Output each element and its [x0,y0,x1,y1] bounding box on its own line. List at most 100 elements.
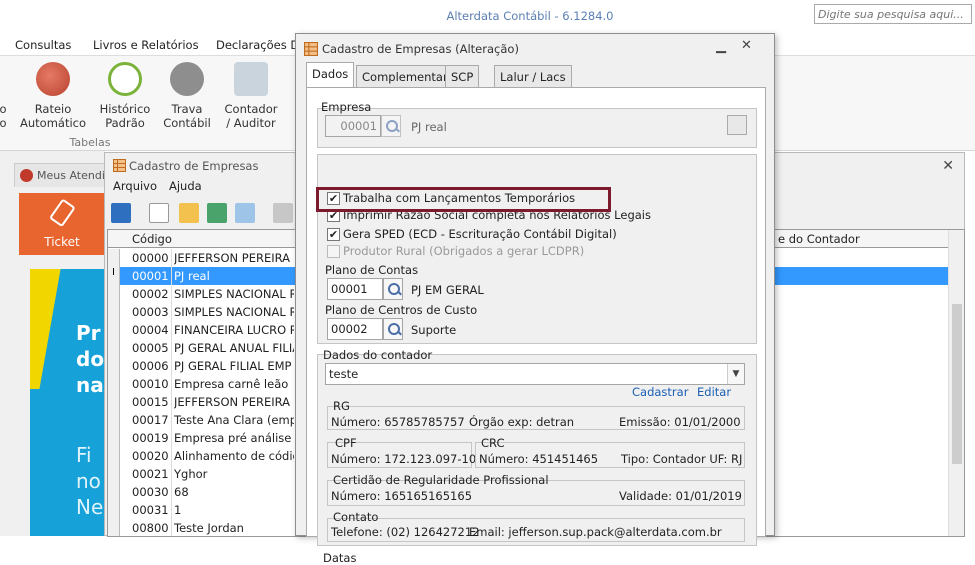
rg-orgao: Órgão exp: detran [469,415,575,429]
tab-dados[interactable]: Dados [306,62,355,87]
row-indicator [108,483,120,501]
plano-centros-code-field[interactable]: 00002 [327,318,383,340]
banner-line-4: Fi [76,443,92,467]
grid-header-codigo[interactable]: Código [132,232,172,246]
row-indicator [108,249,120,267]
tab-lalur-lacs[interactable]: Lalur / Lacs [494,65,572,87]
crc-label: CRC [481,436,505,450]
meus-atendimentos-tab[interactable]: Meus Atendim [14,163,106,187]
check-gera-sped[interactable]: ✔ [327,228,340,241]
cadastrar-link[interactable]: Cadastrar [632,385,688,399]
row-code: 00030 [132,485,169,499]
empresa-details-icon[interactable] [727,115,747,135]
plano-centros-search-icon[interactable] [383,318,403,340]
row-name: 1 [174,503,182,517]
row-name: Teste Jordan [174,521,244,535]
row-indicator [108,357,120,375]
editar-link[interactable]: Editar [697,385,731,399]
empresa-label: Empresa [321,100,372,114]
rateio-automatico-button[interactable]: Rateio Automático [20,62,86,130]
column-separator [171,447,172,465]
left-panel: Meus Atendim Ticket Pr do na Fi no Ne [0,151,106,536]
column-separator [171,429,172,447]
empresa-name: PJ real [411,120,447,134]
search-icon[interactable] [235,203,255,223]
column-separator [171,501,172,519]
row-code: 00003 [132,305,169,319]
tab-complementar[interactable]: Complementar [356,65,454,87]
column-separator [171,483,172,501]
contador-select[interactable]: teste [325,363,745,385]
ribbon-partial-label-1: o [0,102,7,116]
print-icon[interactable] [273,203,293,223]
menu-declaracoes[interactable]: Declarações Di [216,38,302,52]
promo-banner[interactable]: Pr do na Fi no Ne [30,269,105,536]
banner-line-3: na [76,373,104,397]
row-indicator [108,393,120,411]
meus-atendimentos-label: Meus Atendim [37,169,105,182]
row-indicator [108,447,120,465]
column-separator [171,267,172,285]
grid-scrollbar[interactable] [948,230,964,536]
banner-line-1: Pr [76,321,101,345]
historico-label-2: Padrão [105,116,145,130]
menu-livros-relatorios[interactable]: Livros e Relatórios [93,38,199,52]
lock-icon [170,62,204,96]
plano-contas-search-icon[interactable] [383,278,403,300]
ribbon-partial-label-2: o [0,116,7,130]
minimize-icon[interactable]: ▁ [716,39,726,54]
row-indicator [108,375,120,393]
menu-consultas[interactable]: Consultas [15,38,71,52]
row-name: SIMPLES NACIONAL RE [174,305,294,319]
menu-ajuda[interactable]: Ajuda [169,179,202,193]
tab-scp[interactable]: SCP [445,65,480,87]
trava-label-2: Contábil [163,116,211,130]
row-code: 00000 [132,251,169,265]
tab-page-dados: Empresa 00001 PJ real ✔ Trabalha com Lan… [306,87,766,565]
trava-contabil-button[interactable]: Trava Contábil [162,62,212,130]
rateio-icon [36,62,70,96]
contador-auditor-button[interactable]: Contador / Auditor [222,62,280,130]
trava-label-1: Trava [171,102,203,116]
row-code: 00005 [132,341,169,355]
global-search-input[interactable] [814,4,972,24]
exit-icon[interactable] [111,203,131,223]
banner-line-2: do [76,347,105,371]
column-separator [171,411,172,429]
new-document-icon[interactable] [149,203,169,223]
plano-centros-name: Suporte [411,323,457,337]
row-indicator [108,411,120,429]
grid-window-icon [113,159,126,172]
chevron-down-icon[interactable]: ▼ [727,364,744,384]
row-code: 00020 [132,449,169,463]
row-code: 00001 [132,269,169,283]
emp-window-title: Cadastro de Empresas [129,159,259,173]
refresh-icon[interactable] [207,203,227,223]
row-indicator: I [108,267,120,285]
close-icon[interactable]: ✕ [942,158,954,174]
row-indicator [108,519,120,536]
grid-header-contador[interactable]: e do Contador [778,232,860,246]
crc-tipo: Tipo: Contador UF: RJ [621,452,743,466]
row-indicator [108,321,120,339]
historico-padrao-button[interactable]: Histórico Padrão [96,62,154,130]
menu-arquivo[interactable]: Arquivo [113,179,157,193]
ribbon-button-partial[interactable]: o o [0,102,8,130]
rg-emissao: Emissão: 01/01/2000 [619,415,741,429]
row-name: Yghor [174,467,208,481]
app-title-bar: Alterdata Contábil - 6.1284.0 [0,0,975,32]
row-code: 00002 [132,287,169,301]
certidao-validade: Validade: 01/01/2019 [619,489,742,503]
row-name: JEFFERSON PEREIRA C [174,395,294,409]
open-folder-icon[interactable] [179,203,199,223]
column-separator [171,285,172,303]
check-produtor-rural[interactable] [327,245,340,258]
dialog-title: Cadastro de Empresas (Alteração) [322,42,519,56]
ticket-tile[interactable]: Ticket [19,193,105,255]
scrollbar-thumb[interactable] [952,304,962,464]
plano-centros-label: Plano de Centros de Custo [325,303,478,317]
emp-menu-bar: Arquivo Ajuda [105,179,295,197]
plano-contas-code-field[interactable]: 00001 [327,278,383,300]
close-icon[interactable]: ✕ [741,38,752,53]
check-produtor-rural-label: Produtor Rural (Obrigados a gerar LCDPR) [343,244,585,258]
